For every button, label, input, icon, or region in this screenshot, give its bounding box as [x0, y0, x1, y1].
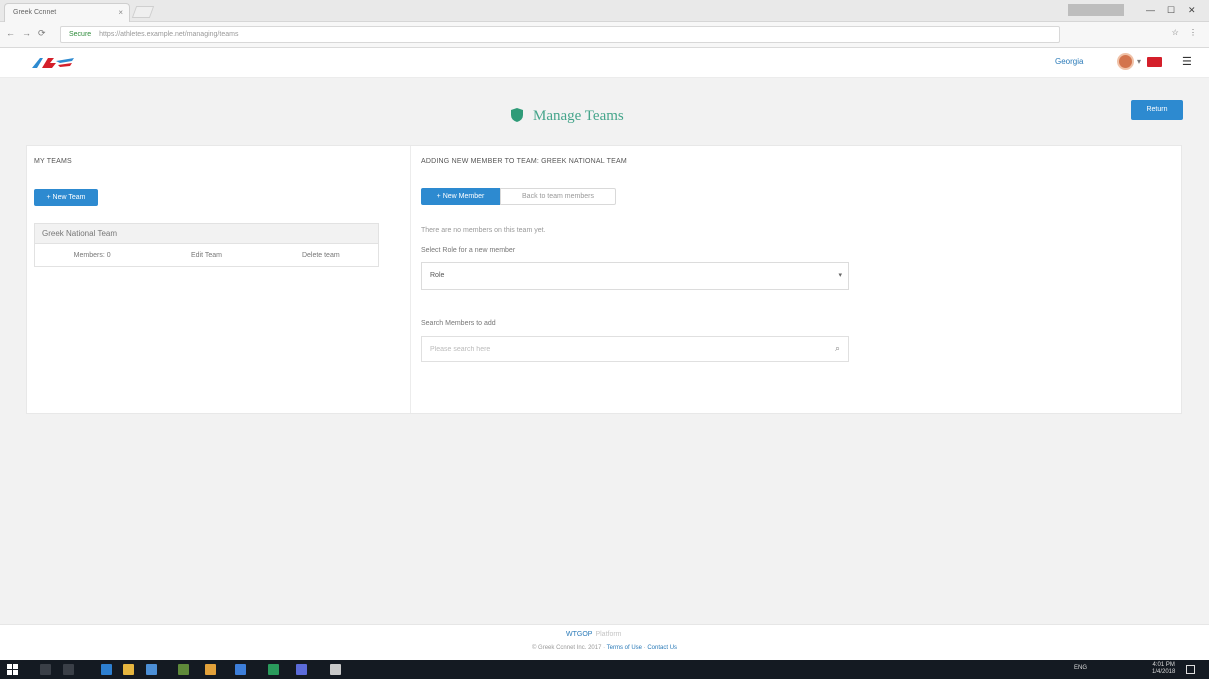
chevron-down-icon: ▾ [838, 272, 842, 279]
browser-tab[interactable]: Greek Ccnnet × [4, 3, 130, 22]
search-taskbar-icon[interactable] [40, 664, 51, 675]
url-text: https://athletes.example.net/managing/te… [99, 31, 239, 38]
header-user-name[interactable]: Georgia [1055, 57, 1083, 66]
team-card: Greek National Team Members: 0 Edit Team… [34, 223, 379, 267]
team-actions: Members: 0 Edit Team Delete team [35, 244, 378, 266]
tab-title: Greek Ccnnet [13, 9, 57, 16]
new-tab-button[interactable] [131, 6, 155, 18]
search-icon[interactable]: ⌕ [835, 343, 840, 354]
my-teams-title: MY TEAMS [34, 158, 72, 165]
footer-brand-suffix: Platform [595, 631, 622, 638]
role-label: Select Role for a new member [421, 247, 516, 254]
copyright-text: © Greek Ccnnet Inc. 2017 · [531, 645, 607, 651]
role-select-value: Role [430, 272, 445, 279]
store-icon[interactable] [146, 664, 157, 675]
file-explorer-icon[interactable] [123, 664, 134, 675]
footer-brand-name: WTGOP [566, 631, 593, 638]
reload-icon[interactable]: ⟳ [38, 28, 46, 39]
app-icon-2[interactable] [205, 664, 216, 675]
clock-time: 4:01 PM [1152, 662, 1175, 668]
secure-label: Secure [69, 31, 92, 38]
tab-close-icon[interactable]: × [118, 4, 123, 21]
language-flag-icon[interactable] [1147, 57, 1162, 67]
notification-icon[interactable] [1186, 665, 1195, 674]
new-member-button[interactable]: + New Member [421, 188, 500, 205]
edge-icon[interactable] [101, 664, 112, 675]
app-icon-4[interactable] [268, 664, 279, 675]
main-panel: MY TEAMS + New Team Greek National Team … [26, 145, 1182, 414]
footer-copyright: © Greek Ccnnet Inc. 2017 · Terms of Use … [531, 645, 678, 651]
add-member-title: ADDING NEW MEMBER TO TEAM: GREEK NATIONA… [421, 158, 627, 165]
my-teams-column: MY TEAMS + New Team Greek National Team … [27, 146, 410, 413]
team-name[interactable]: Greek National Team [35, 224, 378, 244]
app-icon-5[interactable] [296, 664, 307, 675]
team-icon [510, 107, 524, 125]
search-input[interactable] [422, 337, 822, 361]
clock-date: 1/4/2018 [1152, 669, 1176, 675]
member-button-group: + New Member Back to team members [421, 188, 616, 205]
brand-logo[interactable] [30, 55, 76, 71]
task-view-icon[interactable] [63, 664, 74, 675]
minimize-icon[interactable]: — [1146, 5, 1155, 15]
windows-start-icon[interactable] [7, 664, 18, 675]
taskbar-clock[interactable]: 4:01 PM 1/4/2018 [1152, 662, 1175, 676]
back-icon[interactable]: ← [6, 28, 15, 38]
page-heading: Manage Teams [510, 106, 624, 126]
menu-icon[interactable]: ☰ [1182, 55, 1192, 68]
browser-profile-chip[interactable] [1068, 4, 1124, 16]
footer-brand: WTGOP Platform [566, 631, 622, 638]
no-members-message: There are no members on this team yet. [421, 227, 546, 234]
tray-language[interactable]: ENG [1074, 665, 1087, 671]
page-title: Manage Teams [533, 107, 624, 124]
app-icon-6[interactable] [330, 664, 341, 675]
return-button[interactable]: Return [1131, 100, 1183, 120]
browser-tab-bar: Greek Ccnnet × — ☐ ✕ [0, 0, 1209, 22]
close-window-icon[interactable]: ✕ [1188, 5, 1196, 16]
delete-team-link[interactable]: Delete team [264, 252, 378, 259]
contact-link[interactable]: Contact Us [647, 645, 677, 651]
chevron-down-icon[interactable]: ▾ [1137, 57, 1141, 66]
avatar[interactable] [1117, 53, 1134, 70]
page-footer: WTGOP Platform © Greek Ccnnet Inc. 2017 ·… [0, 624, 1209, 660]
team-members-link[interactable]: Members: 0 [35, 252, 149, 259]
edit-team-link[interactable]: Edit Team [149, 252, 263, 259]
os-taskbar: ENG 4:01 PM 1/4/2018 [0, 660, 1209, 679]
terms-link[interactable]: Terms of Use [607, 645, 642, 651]
new-team-button[interactable]: + New Team [34, 189, 98, 206]
forward-icon[interactable]: → [22, 28, 31, 38]
app-icon-1[interactable] [178, 664, 189, 675]
browser-address-bar: ← → ⟳ Secure https://athletes.example.ne… [0, 22, 1209, 48]
back-to-members-button[interactable]: Back to team members [500, 188, 616, 205]
maximize-icon[interactable]: ☐ [1167, 5, 1175, 16]
extension-icons[interactable]: ☆ ⋮ [1172, 28, 1201, 37]
search-members-label: Search Members to add [421, 320, 496, 327]
add-member-column: ADDING NEW MEMBER TO TEAM: GREEK NATIONA… [411, 146, 1181, 413]
role-select[interactable]: Role ▾ [421, 262, 849, 290]
app-icon-3[interactable] [235, 664, 246, 675]
search-members-field: ⌕ [421, 336, 849, 362]
app-header: Georgia ▾ ☰ [0, 48, 1209, 78]
url-input[interactable]: Secure https://athletes.example.net/mana… [60, 26, 1060, 43]
